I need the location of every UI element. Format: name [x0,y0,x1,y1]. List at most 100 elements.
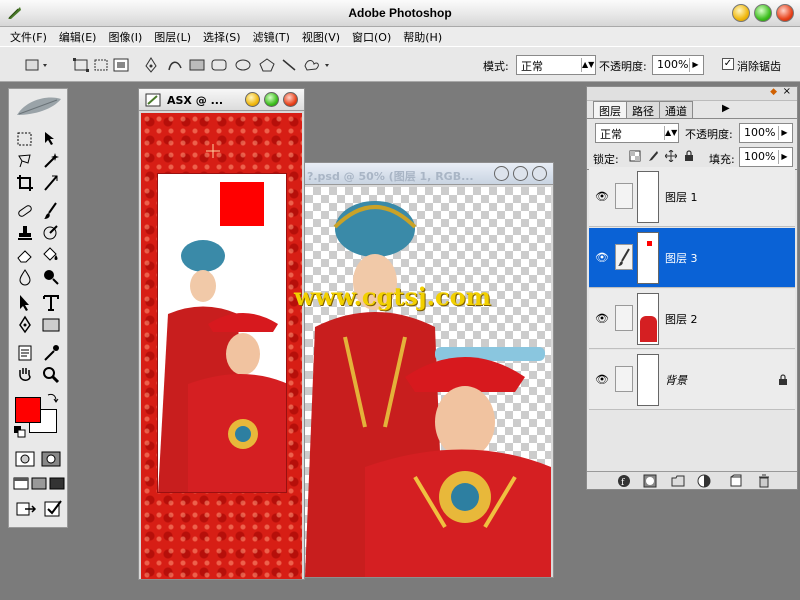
menu-select[interactable]: 选择(S) [197,29,247,45]
new-group-icon[interactable] [671,474,685,488]
lock-image-icon[interactable] [647,150,659,162]
document-2-title-bar[interactable]: ?.psd @ 50% (图层 1, RGB... [303,163,553,185]
lock-all-icon[interactable] [683,150,695,162]
minimize-button[interactable] [732,4,750,22]
paint-bucket-icon[interactable] [41,245,61,265]
menu-filter[interactable]: 滤镜(T) [247,29,296,45]
eyedropper-icon[interactable] [41,343,61,363]
layer-link-cell[interactable] [615,305,633,331]
layer-style-icon[interactable]: f [617,474,631,488]
tab-channels[interactable]: 通道 [659,101,693,118]
fill-pixels-icon[interactable] [112,57,130,73]
marquee-tool-icon[interactable] [15,129,35,149]
zoom-tool-icon[interactable] [41,365,61,385]
path-selection-icon[interactable] [15,293,35,313]
add-mask-icon[interactable] [643,474,657,488]
crop-tool-icon[interactable] [15,173,35,193]
screen-mode-menubar-icon[interactable] [31,473,47,493]
hand-tool-icon[interactable] [15,365,35,385]
panel-menu-icon[interactable]: ◆ [770,87,777,97]
pen-tool-icon[interactable] [15,315,35,335]
swap-colors-icon[interactable] [45,391,59,405]
maximize-button[interactable] [264,92,279,107]
close-button[interactable] [776,4,794,22]
panel-grip[interactable]: ◆ × [587,86,797,101]
trash-icon[interactable] [757,474,771,488]
standard-mode-icon[interactable] [15,449,35,469]
custom-shape-icon[interactable] [302,57,332,73]
mode-select[interactable]: 正常 ▲▼ [516,55,596,75]
layer-row-2[interactable]: 👁 图层 2 [589,289,795,349]
jump-to-imageready-icon[interactable] [15,499,39,519]
default-colors-icon[interactable] [13,425,27,439]
eye-icon[interactable]: 👁 [595,373,611,386]
eye-icon[interactable]: 👁 [595,251,611,264]
maximize-button[interactable] [754,4,772,22]
move-tool-icon[interactable] [41,129,61,149]
eye-icon[interactable]: 👁 [595,312,611,325]
menu-file[interactable]: 文件(F) [4,29,53,45]
layer-link-cell[interactable] [615,183,633,209]
healing-brush-icon[interactable] [15,201,35,221]
lock-transparency-icon[interactable] [629,150,641,162]
paths-mode-icon[interactable] [92,57,110,73]
adjustment-layer-icon[interactable] [697,474,711,488]
maximize-button[interactable] [513,166,528,181]
slice-tool-icon[interactable] [41,173,61,193]
panel-options-icon[interactable]: ▶ [722,103,730,118]
document-1-title-bar[interactable]: ASX @ ... [139,89,304,111]
shape-layers-icon[interactable] [72,57,90,73]
screen-mode-full-icon[interactable] [49,473,65,493]
document-2-canvas[interactable] [305,187,551,577]
layer-row-background[interactable]: 👁 背景 [589,350,795,410]
minimize-button[interactable] [494,166,509,181]
layer-row-3[interactable]: 👁 图层 3 [589,228,795,288]
menu-layer[interactable]: 图层(L) [148,29,197,45]
pen-tool-icon[interactable] [142,57,160,73]
eraser-tool-icon[interactable] [15,245,35,265]
freeform-pen-icon[interactable] [166,57,184,73]
line-tool-icon[interactable] [280,57,298,73]
fill-field[interactable]: 100% ▶ [739,147,793,167]
screen-mode-standard-icon[interactable] [13,473,29,493]
menu-edit[interactable]: 编辑(E) [53,29,103,45]
dodge-tool-icon[interactable] [41,267,61,287]
notes-tool-icon[interactable] [15,343,35,363]
document-window-2[interactable]: ?.psd @ 50% (图层 1, RGB... [302,162,554,578]
checkmark-icon[interactable] [43,499,63,519]
new-layer-icon[interactable] [729,474,743,488]
layer-row-1[interactable]: 👁 图层 1 [589,167,795,227]
layer-link-cell[interactable] [615,366,633,392]
blur-tool-icon[interactable] [15,267,35,287]
history-brush-icon[interactable] [41,223,61,243]
close-button[interactable] [283,92,298,107]
menu-help[interactable]: 帮助(H) [397,29,448,45]
menu-window[interactable]: 窗口(O) [346,29,397,45]
opacity-field[interactable]: 100% ▶ [652,55,704,75]
magic-wand-icon[interactable] [41,151,61,171]
brush-icon[interactable] [615,244,633,270]
menu-image[interactable]: 图像(I) [102,29,148,45]
rectangle-tool-icon[interactable] [188,57,206,73]
minimize-button[interactable] [245,92,260,107]
lasso-tool-icon[interactable] [15,151,35,171]
ellipse-tool-icon[interactable] [234,57,252,73]
rounded-rectangle-icon[interactable] [210,57,228,73]
layer-opacity-field[interactable]: 100% ▶ [739,123,793,143]
tool-preset-picker[interactable] [24,57,52,73]
eye-icon[interactable]: 👁 [595,190,611,203]
antialias-checkbox[interactable]: ✓ [722,58,734,70]
clone-stamp-icon[interactable] [15,223,35,243]
document-1-canvas[interactable] [141,113,302,579]
foreground-color-swatch[interactable] [15,397,41,423]
lock-position-icon[interactable] [665,150,677,162]
brush-tool-icon[interactable] [41,201,61,221]
menu-view[interactable]: 视图(V) [296,29,346,45]
tab-layers[interactable]: 图层 [593,101,627,118]
type-tool-icon[interactable] [41,293,61,313]
quick-mask-icon[interactable] [41,449,61,469]
document-window-1[interactable]: ASX @ ... [138,88,305,580]
blend-mode-select[interactable]: 正常 ▲▼ [595,123,679,143]
rectangle-shape-icon[interactable] [41,315,61,335]
close-icon[interactable]: × [783,86,791,97]
